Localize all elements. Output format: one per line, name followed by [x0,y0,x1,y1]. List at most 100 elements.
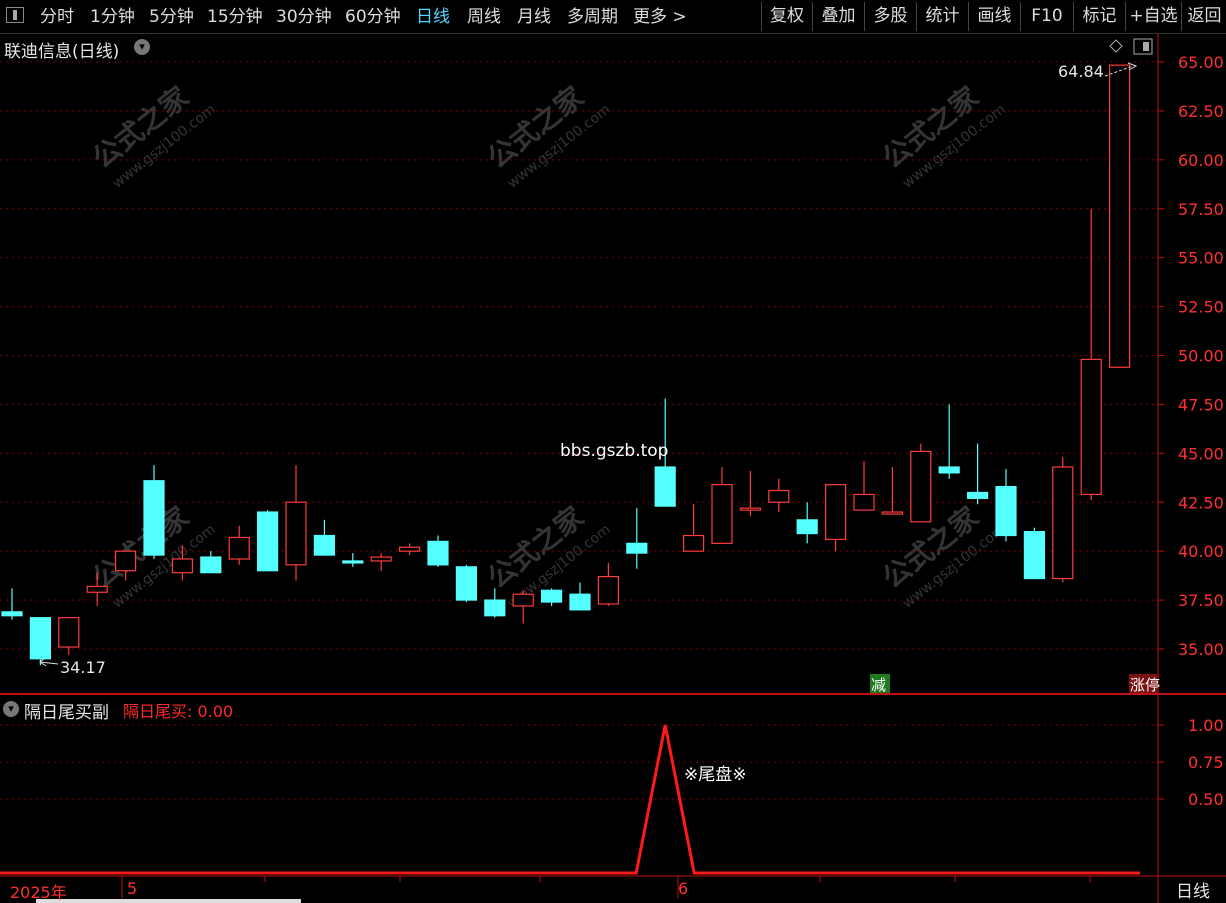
candle [285,465,307,581]
candle [881,467,904,515]
candle [399,543,421,556]
candle [200,551,222,574]
tail-signal-label: ※尾盘※ [684,765,747,785]
candle [370,553,392,571]
candle [143,465,165,559]
candle [966,443,989,505]
candle-body [910,450,932,523]
price-tick-label: 35.00 [1178,640,1224,659]
candle-body [1,611,23,617]
candle-body [313,534,335,556]
candle [711,467,733,544]
site-watermark: bbs.gszb.top [560,441,668,461]
candle-body [597,576,620,605]
candle [313,519,335,556]
candle-body [654,466,676,507]
indicator-value: 隔日尾买: 0.00 [123,702,234,721]
indicator-chevron-icon[interactable]: ▾ [3,701,19,717]
watermark-layer: 公式之家www.gszj100.com 公式之家www.gszj100.com 公式… [86,80,1009,612]
date-may-label: 5 [127,879,138,898]
period-indicator: 日线 [1176,882,1210,902]
date-year-label: 2025年 [10,883,67,902]
candle-body [540,589,563,603]
candle [1052,457,1074,583]
candle [427,535,449,567]
candle-body [228,536,250,560]
candle-body [285,501,307,566]
price-tick-label: 62.50 [1178,102,1224,121]
candle [626,508,648,569]
candle [1080,208,1102,501]
candle-body [768,489,790,503]
diamond-icon[interactable] [1109,39,1123,53]
candle-body [796,519,818,535]
candle-body [342,560,364,564]
price-tick-label: 47.50 [1178,395,1224,414]
candle-body [881,511,904,515]
price-tick-label: 50.00 [1178,347,1224,366]
candle [938,404,960,479]
candlestick-series [1,64,1131,666]
watermark-logo: 公式之家www.gszj100.com [86,80,219,192]
horizontal-scrollbar[interactable] [36,899,301,903]
price-tick-label: 60.00 [1178,151,1224,170]
kline-chart[interactable]: 公式之家www.gszj100.com 公式之家www.gszj100.com 公式… [0,0,1226,903]
price-tick-label: 42.50 [1178,493,1224,512]
candle [682,504,705,552]
candle [824,484,847,552]
price-tick-label: 45.00 [1178,444,1224,463]
panel-toggle-icon-fill [1143,42,1149,51]
candle [995,468,1017,542]
candle-body [399,546,421,552]
chevron-down-icon[interactable]: ▾ [134,39,150,55]
candle-body [853,493,875,511]
indicator-panel: 1.00 0.75 0.50 [0,716,1224,903]
price-tick-label: 65.00 [1178,53,1224,72]
candle-body [1080,358,1102,496]
candle-body [370,556,392,562]
indicator-name[interactable]: 隔日尾买副 [24,698,109,723]
price-tick-label: 52.50 [1178,298,1224,317]
candle [540,588,563,606]
candle-body [739,507,762,511]
indicator-tick-label: 0.75 [1188,753,1224,772]
candle [1023,527,1046,580]
candle-body [711,484,733,544]
indicator-tick-label: 1.00 [1188,716,1224,735]
candle-body [1108,64,1131,368]
price-tick-label: 55.00 [1178,249,1224,268]
indicator-tick-label: 0.50 [1188,790,1224,809]
candle-body [682,534,705,552]
candle [853,461,875,511]
candle-body [29,617,51,660]
candle-body [455,566,477,601]
candle-body [512,593,534,607]
candle [1108,64,1131,368]
price-tick-label: 40.00 [1178,542,1224,561]
watermark-logo: 公式之家www.gszj100.com [481,80,614,192]
candle-body [626,542,648,554]
candle-body [171,558,193,574]
candle-body [995,485,1017,537]
candle [1,588,23,620]
candle [768,478,790,513]
candle [257,510,279,572]
candle-body [484,599,506,617]
candle-body [58,617,80,648]
low-price-label: 34.17 [60,658,106,677]
candle-body [257,511,279,572]
candle-body [938,466,960,474]
candle [455,564,477,603]
high-price-label: 64.84 [1058,62,1104,81]
reduce-marker: 减 [871,676,886,694]
date-june-label: 6 [678,879,689,898]
candle-body [824,484,847,541]
price-tick-label: 37.50 [1178,591,1224,610]
candle-body [1052,466,1074,580]
candle-body [1023,530,1046,580]
candle [796,502,818,544]
candle-body [200,556,222,574]
watermark-logo: 公式之家www.gszj100.com [876,80,1009,192]
candle-body [86,585,108,593]
price-tick-label: 57.50 [1178,200,1224,219]
